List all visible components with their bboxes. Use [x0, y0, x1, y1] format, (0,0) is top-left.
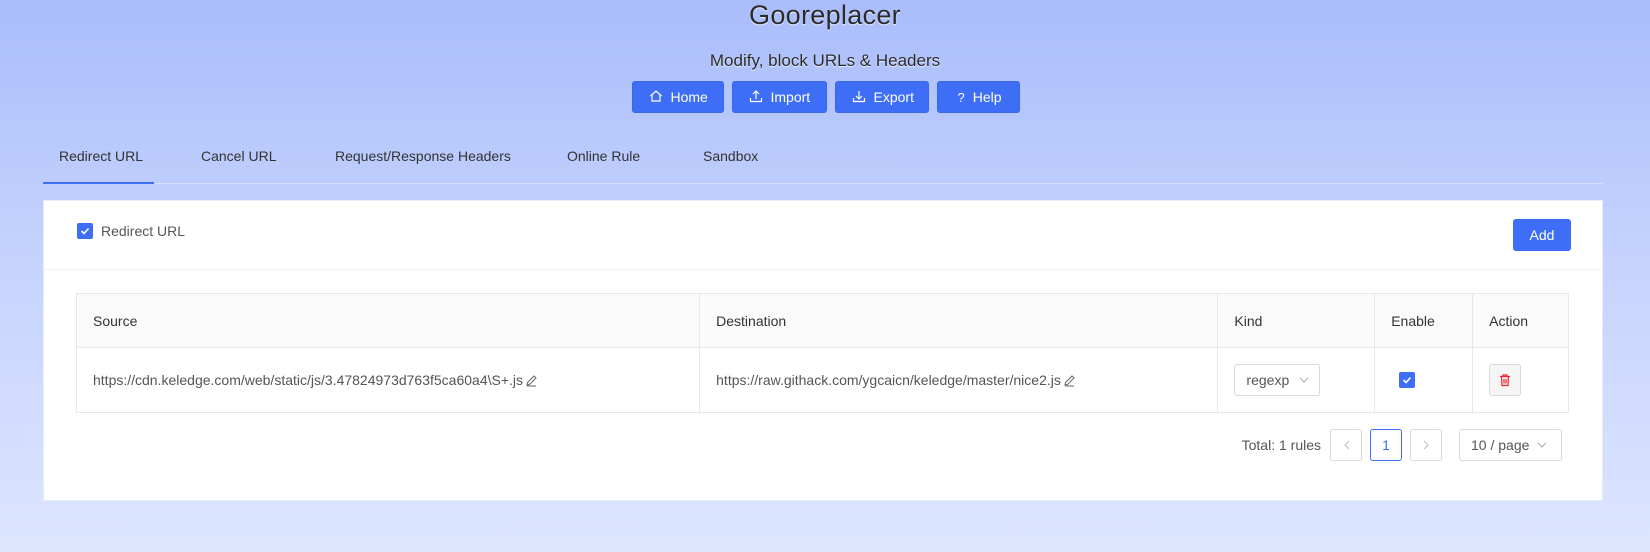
tab-redirect-url[interactable]: Redirect URL — [59, 148, 143, 164]
redirect-url-toggle-label[interactable]: Redirect URL — [101, 223, 185, 239]
next-page-button[interactable] — [1410, 429, 1442, 461]
page-number-button[interactable]: 1 — [1370, 429, 1402, 461]
column-header-action: Action — [1489, 312, 1529, 329]
add-rule-button[interactable]: Add — [1513, 219, 1571, 251]
check-icon — [1403, 376, 1412, 384]
home-button[interactable]: Home — [631, 81, 724, 113]
home-label: Home — [670, 89, 708, 105]
question-icon: ? — [957, 89, 965, 105]
rules-table: Source Destination Kind Enable Action ht… — [76, 293, 1569, 413]
enable-checkbox[interactable] — [1399, 372, 1416, 388]
column-header-source: Source — [77, 294, 701, 347]
column-header-enable: Enable — [1375, 294, 1474, 347]
upload-icon — [749, 89, 763, 106]
edit-destination-icon[interactable] — [1063, 374, 1076, 387]
action-cell — [1473, 348, 1568, 412]
source-url: https://cdn.keledge.com/web/static/js/3.… — [93, 372, 524, 388]
redirect-url-toggle-checkbox[interactable] — [77, 223, 93, 239]
destination-cell: https://raw.githack.com/ygcaicn/keledge/… — [700, 348, 1219, 412]
app-subtitle: Modify, block URLs & Headers — [709, 51, 941, 70]
prev-page-button[interactable] — [1330, 429, 1362, 461]
tab-sandbox[interactable]: Sandbox — [703, 148, 758, 164]
chevron-down-icon — [1538, 442, 1547, 448]
home-icon — [649, 89, 663, 106]
pagination: Total: 1 rules 1 10 / page — [1242, 429, 1562, 461]
trash-icon — [1500, 374, 1511, 387]
check-icon — [80, 227, 90, 235]
panel-header: Redirect URL Add — [44, 201, 1602, 270]
export-button[interactable]: Export — [834, 81, 929, 113]
total-count: Total: 1 rules — [1241, 437, 1321, 453]
edit-source-icon[interactable] — [525, 374, 538, 387]
chevron-left-icon — [1343, 440, 1349, 450]
chevron-right-icon — [1423, 440, 1429, 450]
help-label: Help — [972, 89, 1002, 105]
enable-cell — [1375, 348, 1474, 412]
page-size-value: 10 / page — [1471, 437, 1530, 453]
source-cell: https://cdn.keledge.com/web/static/js/3.… — [77, 348, 701, 412]
download-icon — [852, 89, 866, 106]
help-button[interactable]: ? Help — [936, 81, 1020, 113]
column-header-destination: Destination — [700, 294, 1219, 347]
destination-url: https://raw.githack.com/ygcaicn/keledge/… — [716, 372, 1061, 388]
top-toolbar: Home Import Export ? Help — [0, 81, 1650, 113]
app-title: Gooreplacer — [749, 0, 901, 30]
redirect-url-panel: Redirect URL Add Source Destination Kind… — [43, 200, 1603, 501]
tab-cancel-url[interactable]: Cancel URL — [201, 148, 276, 164]
column-header-kind: Kind — [1218, 294, 1376, 347]
tab-request-response-headers[interactable]: Request/Response Headers — [335, 148, 511, 164]
kind-select[interactable]: regexp — [1234, 364, 1321, 396]
table-row: https://cdn.keledge.com/web/static/js/3.… — [77, 348, 1568, 412]
kind-cell: regexp — [1218, 348, 1376, 412]
kind-value: regexp — [1246, 372, 1290, 388]
tab-online-rule[interactable]: Online Rule — [567, 148, 640, 164]
rule-tabs: Redirect URL Cancel URL Request/Response… — [43, 138, 1603, 184]
import-label: Import — [770, 89, 811, 105]
page-size-select[interactable]: 10 / page — [1459, 429, 1562, 461]
import-button[interactable]: Import — [731, 81, 827, 113]
delete-rule-button[interactable] — [1489, 364, 1522, 396]
export-label: Export — [873, 89, 914, 105]
table-header: Source Destination Kind Enable Action — [77, 294, 1568, 348]
active-tab-indicator — [43, 182, 154, 184]
chevron-down-icon — [1299, 377, 1309, 383]
